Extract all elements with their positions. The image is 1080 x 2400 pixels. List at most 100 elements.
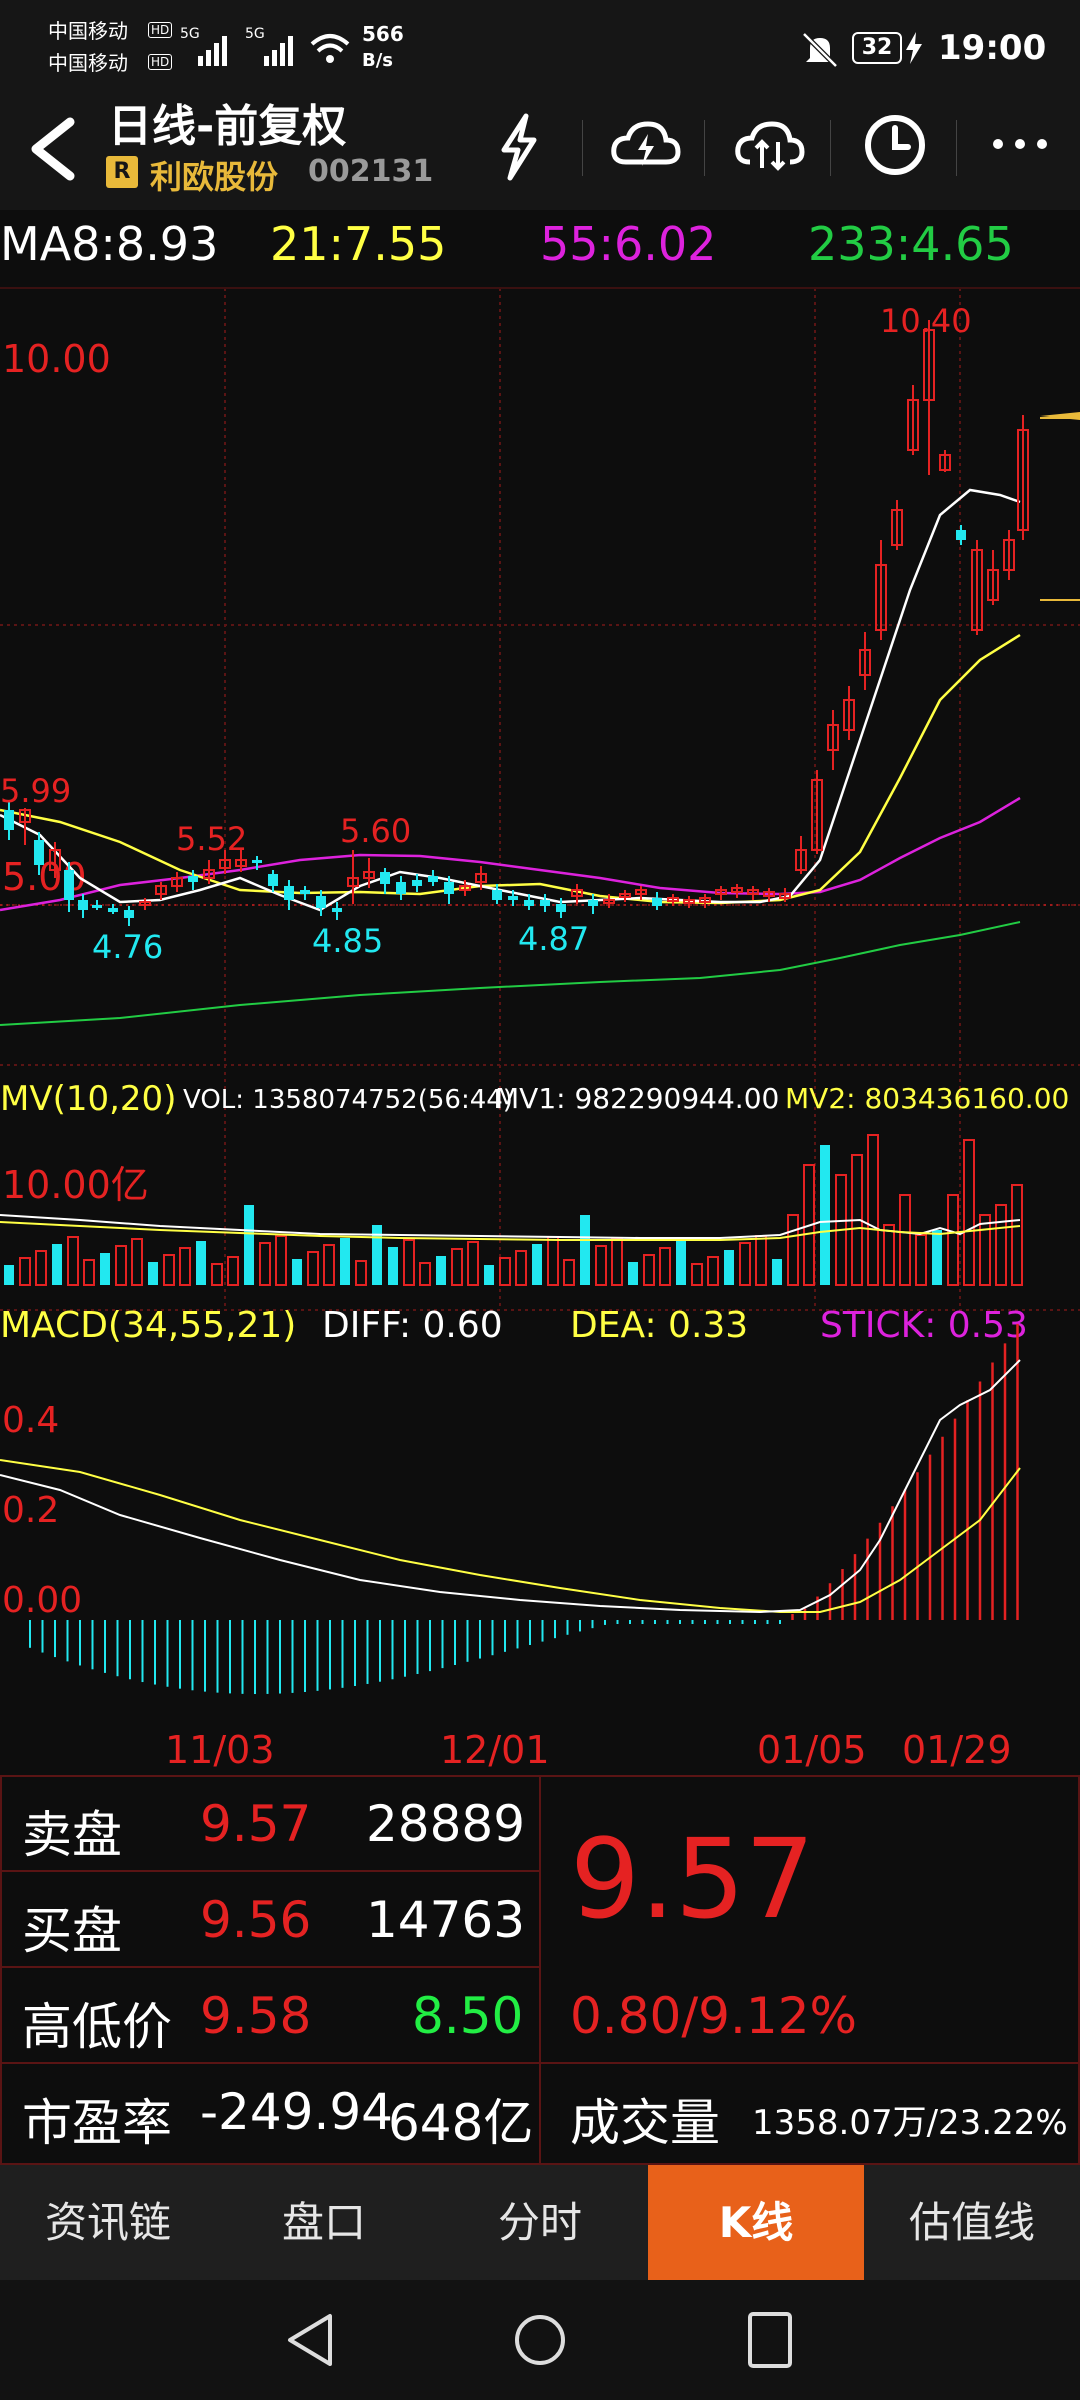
more-icon[interactable] <box>990 132 1050 156</box>
annotation-487: 4.87 <box>518 920 589 958</box>
candle-body <box>956 530 966 540</box>
candle-body <box>92 905 102 908</box>
volume-bar <box>292 1259 302 1285</box>
cloud-sync-icon[interactable] <box>734 116 806 176</box>
nav-back-icon[interactable] <box>282 2310 338 2370</box>
header-divider <box>704 120 705 176</box>
wifi-icon <box>310 34 350 63</box>
volume-bar <box>883 1224 895 1286</box>
volume-level: 10.00亿 <box>2 1163 149 1207</box>
header-divider <box>830 120 831 176</box>
annotation-560: 5.60 <box>340 812 411 850</box>
volume-bar <box>787 1214 799 1286</box>
volume-bar <box>67 1236 79 1286</box>
volume-bar <box>115 1245 127 1286</box>
nav-home-icon[interactable] <box>512 2312 568 2368</box>
candle-body <box>396 882 406 894</box>
candle-body <box>4 810 14 830</box>
volume-bar <box>163 1254 175 1286</box>
kline-chart-area[interactable]: MA8:8.93 21:7.55 55:6.02 233:4.65 10.00 … <box>0 210 1080 1775</box>
volume-bar <box>211 1263 223 1286</box>
clock-history-icon[interactable] <box>862 112 928 178</box>
tab-valuation[interactable]: 估值线 <box>864 2165 1080 2280</box>
net-speed-unit: B/s <box>362 50 394 71</box>
volume-bar <box>403 1239 415 1286</box>
volume-title: MV(10,20) <box>0 1079 176 1119</box>
volume-bar <box>947 1194 959 1286</box>
sell-volume: 28889 <box>366 1795 526 1853</box>
date-label-2: 01/05 <box>757 1728 867 1772</box>
volume-bar <box>932 1230 942 1285</box>
volume-bar <box>676 1241 686 1285</box>
volume-bar <box>436 1256 446 1285</box>
tab-kline[interactable]: K线 <box>648 2165 864 2280</box>
macd-histogram <box>29 1323 1019 1695</box>
date-label-1: 12/01 <box>440 1728 550 1772</box>
candlestick-series <box>4 320 1029 926</box>
page-title: 日线-前复权 <box>108 101 347 152</box>
volume-bar <box>355 1260 367 1286</box>
annotation-552: 5.52 <box>176 820 247 858</box>
volume-bars <box>4 1134 1023 1286</box>
volume-bar <box>707 1256 719 1286</box>
volume-bar <box>915 1234 927 1286</box>
candle-body <box>252 860 262 863</box>
net-speed: 566 <box>362 22 404 46</box>
ma8-line <box>0 488 1021 912</box>
current-price: 9.57 <box>570 1815 815 1943</box>
annotation-476: 4.76 <box>92 928 163 966</box>
volume-bar <box>563 1259 575 1286</box>
volume-bar <box>755 1235 767 1286</box>
annotation-485: 4.85 <box>312 922 383 960</box>
volume-bar <box>1011 1184 1023 1286</box>
volume-bar <box>259 1242 271 1286</box>
volume-bar <box>179 1247 191 1286</box>
volume-bar <box>820 1145 830 1285</box>
volume-bar <box>323 1244 335 1286</box>
cloud-lightning-icon[interactable] <box>610 116 682 176</box>
volume-bar <box>340 1238 350 1285</box>
candle-body <box>556 904 566 912</box>
tab-order-book[interactable]: 盘口 <box>216 2165 432 2280</box>
ma55-label: 55:6.02 <box>540 217 716 271</box>
candle-body <box>524 900 534 906</box>
volume-bar <box>83 1259 95 1286</box>
date-label-3: 01/29 <box>902 1728 1012 1772</box>
r-badge: R <box>106 156 138 188</box>
sell-label: 卖盘 <box>22 1806 122 1864</box>
market-cap: 648亿 <box>388 2094 534 2152</box>
volume-bar <box>628 1262 638 1285</box>
candle-body <box>316 896 326 908</box>
pe-label: 市盈率 <box>22 2094 172 2152</box>
back-icon[interactable] <box>22 114 82 184</box>
annotation-high: 10.40 <box>880 302 972 340</box>
volume-bar <box>227 1256 239 1286</box>
status-bar: 中国移动 中国移动 HD HD 5G 5G 566 B/s 32 19:00 <box>0 0 1080 90</box>
volume-bar <box>532 1244 542 1285</box>
high-low-label: 高低价 <box>22 1998 172 2056</box>
mute-bell-icon <box>802 32 838 68</box>
kline-chart-svg[interactable]: MA8:8.93 21:7.55 55:6.02 233:4.65 10.00 … <box>0 210 1080 1775</box>
volume-bar <box>484 1265 494 1285</box>
macd-stick: STICK: 0.53 <box>820 1305 1028 1346</box>
volume-bar <box>547 1236 559 1286</box>
volume-bar <box>659 1247 671 1286</box>
buy-volume: 14763 <box>366 1891 526 1949</box>
lightning-icon[interactable] <box>494 112 544 182</box>
hd-badge-1: HD <box>148 22 173 38</box>
volume-bar <box>643 1254 655 1286</box>
candle-body <box>492 890 502 900</box>
candle-body <box>78 900 88 910</box>
volume-bar <box>867 1134 879 1286</box>
candle-body <box>300 890 310 894</box>
volume-bar <box>595 1245 607 1286</box>
clock: 19:00 <box>938 28 1047 68</box>
candle-body <box>540 900 550 906</box>
nav-recents-icon[interactable] <box>742 2308 798 2372</box>
tab-intraday[interactable]: 分时 <box>432 2165 648 2280</box>
tab-news-chain[interactable]: 资讯链 <box>0 2165 216 2280</box>
bottom-tabs: 资讯链 盘口 分时 K线 估值线 <box>0 2165 1080 2280</box>
volume-bar <box>100 1253 110 1285</box>
volume-bar <box>979 1214 991 1286</box>
turnover-label: 成交量 <box>570 2094 720 2152</box>
